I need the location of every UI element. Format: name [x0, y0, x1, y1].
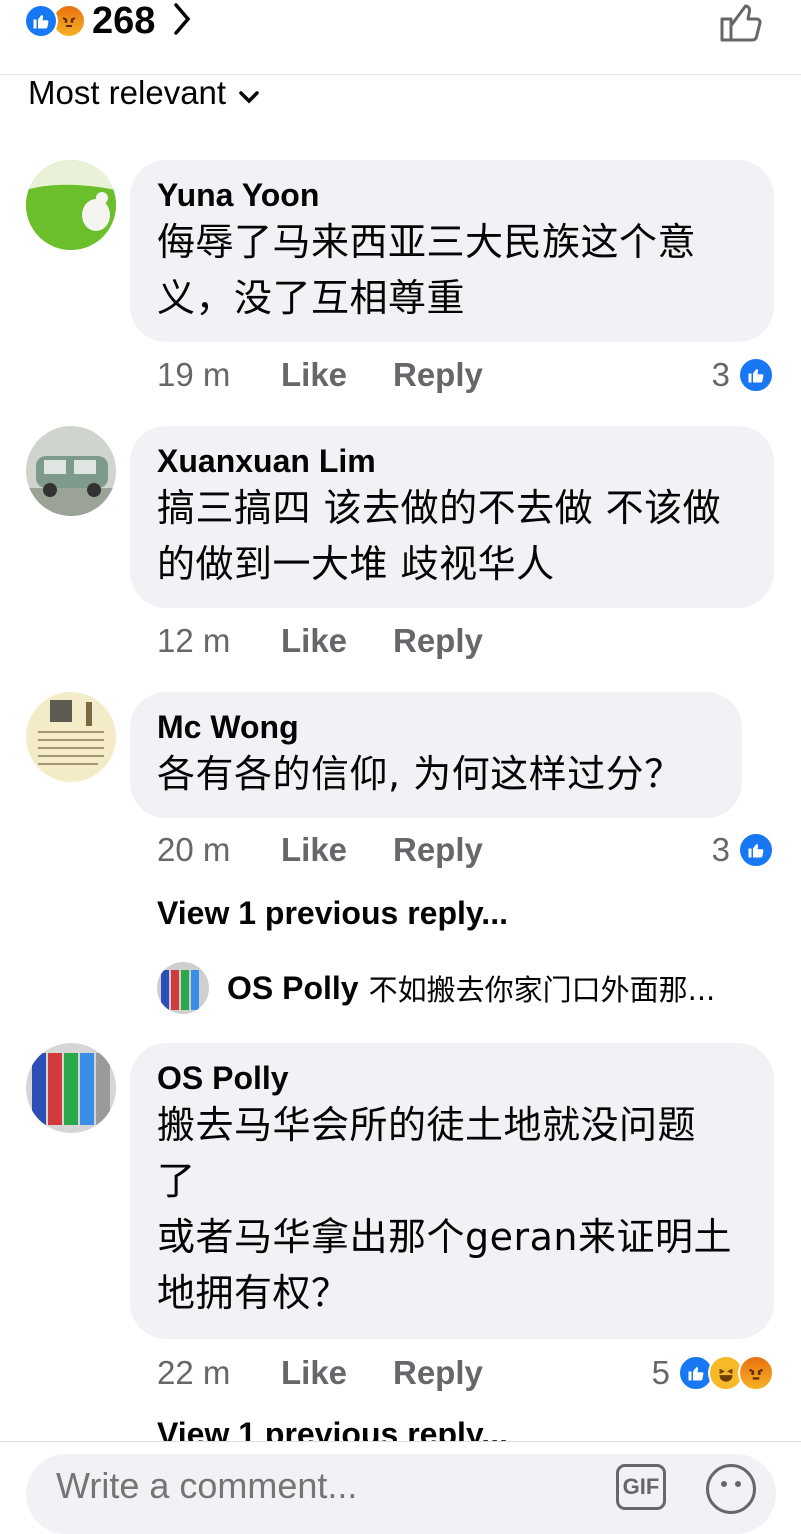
chevron-down-icon [238, 74, 260, 112]
comment-bubble: OS Polly 搬去马华会所的徒土地就没问题 了 或者马华拿出那个geran来… [130, 1043, 774, 1339]
like-outline-icon[interactable] [719, 0, 765, 47]
comment-time: 22 m [157, 1354, 231, 1391]
comment-text-line: 义，没了互相尊重 [157, 276, 466, 320]
avatar[interactable] [26, 160, 116, 250]
comment-actions: 12 m Like Reply [157, 622, 483, 660]
comment-text-line: 或者马华拿出那个geran来证明土 [157, 1215, 732, 1259]
reaction-summary[interactable]: 268 [24, 0, 193, 42]
comment-text-line: 搞三搞四 该去做的不去做 不该做 [157, 486, 722, 530]
comment-time: 20 m [157, 831, 231, 868]
reply-button[interactable]: Reply [393, 1354, 483, 1392]
comment-actions: 22 m Like Reply [157, 1354, 483, 1392]
comment-author[interactable]: Mc Wong [157, 708, 716, 746]
reaction-count: 3 [711, 831, 730, 868]
comment-author[interactable]: OS Polly [157, 1059, 748, 1097]
reply-button[interactable]: Reply [393, 622, 483, 660]
comment-text-line: 搬去马华会所的徒土地就没问题 [157, 1103, 697, 1147]
comment-bubble: Mc Wong 各有各的信仰, 为何这样过分？ [130, 692, 742, 818]
reaction-count: 5 [651, 1354, 670, 1391]
reply-text: 不如搬去你家门口外面那... [368, 973, 716, 1007]
total-reaction-count: 268 [92, 0, 156, 42]
avatar[interactable] [26, 426, 116, 516]
reply-preview[interactable]: OS Polly 不如搬去你家门口外面那... [157, 962, 715, 1014]
comment-composer-bar: GIF [0, 1441, 801, 1534]
avatar[interactable] [26, 1043, 116, 1133]
like-icon [24, 4, 58, 38]
view-previous-replies[interactable]: View 1 previous reply... [157, 895, 508, 932]
reply-author: OS Polly [227, 969, 359, 1006]
reactions-header: 268 [0, 0, 801, 75]
like-icon [738, 832, 774, 868]
sort-label: Most relevant [28, 74, 227, 111]
like-button[interactable]: Like [281, 622, 393, 660]
comment-text-line: 了 [157, 1159, 196, 1203]
gif-button[interactable]: GIF [616, 1464, 666, 1510]
comment-text-line: 的做到一大堆 歧视华人 [157, 542, 555, 586]
comment-time: 19 m [157, 356, 231, 393]
comment-author[interactable]: Xuanxuan Lim [157, 442, 748, 480]
comment-time: 12 m [157, 622, 231, 659]
sort-dropdown[interactable]: Most relevant [28, 74, 260, 112]
angry-icon [738, 1355, 774, 1391]
comment-reactions[interactable]: 3 [712, 831, 774, 869]
comment-actions: 20 m Like Reply [157, 831, 483, 869]
comment-reactions[interactable]: 5 [652, 1354, 774, 1392]
comment-bubble: Xuanxuan Lim 搞三搞四 该去做的不去做 不该做 的做到一大堆 歧视华… [130, 426, 774, 608]
like-icon [738, 357, 774, 393]
emoji-icon[interactable] [706, 1464, 756, 1514]
comment-text-line: 侮辱了马来西亚三大民族这个意 [157, 220, 697, 264]
comment-author[interactable]: Yuna Yoon [157, 176, 748, 214]
comment-text-line: 各有各的信仰, 为何这样过分？ [157, 752, 683, 796]
like-button[interactable]: Like [281, 1354, 393, 1392]
reply-button[interactable]: Reply [393, 831, 483, 869]
comment-input[interactable] [54, 1464, 598, 1508]
comment-bubble: Yuna Yoon 侮辱了马来西亚三大民族这个意 义，没了互相尊重 [130, 160, 774, 342]
avatar [157, 962, 209, 1014]
like-button[interactable]: Like [281, 356, 393, 394]
comment-actions: 19 m Like Reply [157, 356, 483, 394]
avatar[interactable] [26, 692, 116, 782]
reaction-count: 3 [711, 356, 730, 393]
chevron-right-icon[interactable] [171, 2, 193, 41]
like-button[interactable]: Like [281, 831, 393, 869]
comment-reactions[interactable]: 3 [712, 356, 774, 394]
comment-text-line: 地拥有权？ [157, 1271, 350, 1315]
reply-button[interactable]: Reply [393, 356, 483, 394]
comment-composer: GIF [26, 1454, 776, 1534]
